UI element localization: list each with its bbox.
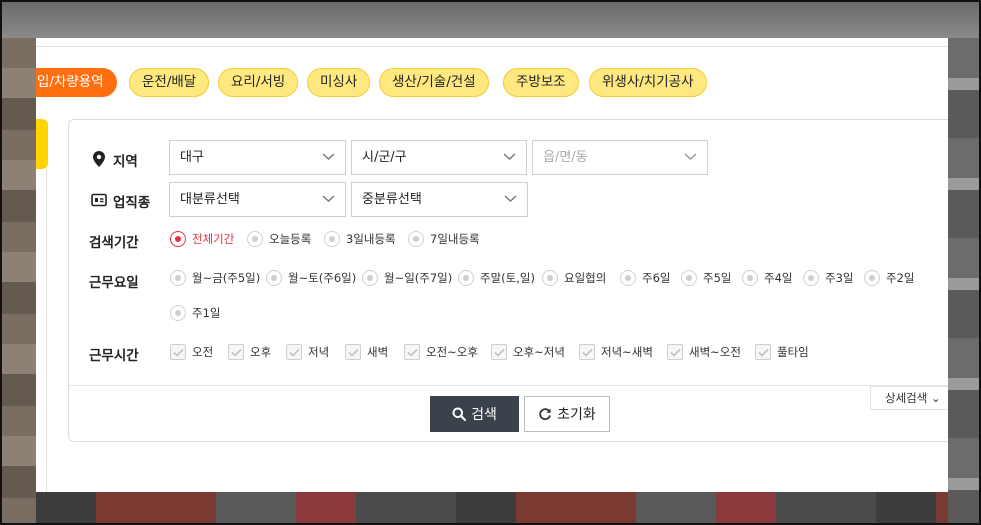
search-button-label: 검색: [471, 407, 497, 423]
window-frame: 입/차량용역 운전/배달 요리/서빙 미싱사 생산/기술/건설 주방보조 위생사…: [0, 0, 981, 525]
chevron-down-icon: [504, 195, 517, 202]
workday-option-label: 주말(토,일): [480, 271, 535, 285]
workday-option-label: 주2일: [886, 271, 915, 285]
checkbox[interactable]: [228, 344, 244, 360]
checkbox[interactable]: [755, 344, 771, 360]
radio-selected[interactable]: [170, 231, 186, 247]
workday-option-label: 월~금(주5일): [192, 271, 261, 285]
region-district-value: 시/군/구: [362, 150, 407, 165]
worktime-option-label: 풀타임: [777, 345, 809, 359]
worktime-option-label: 새벽~오전: [689, 345, 741, 359]
radio-unselected[interactable]: [408, 231, 424, 247]
side-tab[interactable]: [36, 119, 48, 169]
workday-option-label: 주6일: [642, 271, 671, 285]
search-button[interactable]: 검색: [430, 396, 519, 432]
filter-divider: [69, 385, 948, 386]
region-town-value: 읍/면/동: [543, 150, 588, 165]
checkbox[interactable]: [404, 344, 420, 360]
radio-unselected[interactable]: [362, 270, 378, 286]
chip-category-0[interactable]: 입/차량용역: [36, 68, 117, 97]
workday-option-label: 월~토(주6일): [288, 271, 357, 285]
background-map-bottom: [36, 492, 948, 523]
radio-unselected[interactable]: [458, 270, 474, 286]
radio-unselected[interactable]: [170, 305, 186, 321]
chip-category-5[interactable]: 주방보조: [503, 68, 579, 97]
region-district-select[interactable]: 시/군/구: [351, 140, 527, 175]
period-option-label: 전체기간: [192, 232, 235, 246]
chip-category-4[interactable]: 생산/기술/건설: [379, 68, 489, 97]
panel-top-divider: [36, 46, 948, 47]
radio-unselected[interactable]: [864, 270, 880, 286]
radio-unselected[interactable]: [542, 270, 558, 286]
workday-option-label: 월~일(주7일): [384, 271, 453, 285]
checkbox[interactable]: [170, 344, 186, 360]
job-type-label: 업직종: [113, 195, 151, 211]
period-option-label: 3일내등록: [346, 232, 396, 246]
worktime-option-label: 오전~오후: [426, 345, 478, 359]
job-major-value: 대분류선택: [180, 192, 240, 207]
checkbox[interactable]: [579, 344, 595, 360]
worktime-option-label: 오전: [192, 345, 214, 359]
reset-button[interactable]: 초기화: [524, 396, 610, 432]
background-map-left: [2, 38, 36, 523]
radio-unselected[interactable]: [742, 270, 758, 286]
radio-unselected[interactable]: [620, 270, 636, 286]
period-option-label: 오늘등록: [269, 232, 312, 246]
business-card-icon: [91, 193, 107, 207]
worktime-option-label: 저녁~새벽: [601, 345, 653, 359]
worktime-option-label: 오후: [250, 345, 272, 359]
job-minor-value: 중분류선택: [362, 192, 422, 207]
chevron-down-icon: [322, 195, 335, 202]
chip-category-2[interactable]: 요리/서빙: [218, 68, 299, 97]
period-option-label: 7일내등록: [430, 232, 480, 246]
radio-unselected[interactable]: [247, 231, 263, 247]
region-city-select[interactable]: 대구: [169, 140, 346, 175]
search-panel: 입/차량용역 운전/배달 요리/서빙 미싱사 생산/기술/건설 주방보조 위생사…: [36, 38, 948, 492]
detail-search-button[interactable]: 상세검색 ⌄: [870, 386, 948, 410]
workday-option-label: 주3일: [825, 271, 854, 285]
worktime-option-label: 새벽: [367, 345, 389, 359]
job-major-select[interactable]: 대분류선택: [169, 182, 346, 217]
checkbox[interactable]: [491, 344, 507, 360]
radio-unselected[interactable]: [324, 231, 340, 247]
chip-category-3[interactable]: 미싱사: [307, 68, 371, 97]
background-map-right: [948, 38, 979, 523]
region-town-select[interactable]: 읍/면/동: [532, 140, 708, 175]
checkbox[interactable]: [667, 344, 683, 360]
radio-unselected[interactable]: [266, 270, 282, 286]
job-minor-select[interactable]: 중분류선택: [351, 182, 528, 217]
reset-button-label: 초기화: [557, 407, 596, 423]
left-column-border: [46, 169, 47, 492]
checkbox[interactable]: [286, 344, 302, 360]
radio-unselected[interactable]: [803, 270, 819, 286]
workday-option-label: 주4일: [764, 271, 793, 285]
radio-unselected[interactable]: [681, 270, 697, 286]
chevron-down-icon: [503, 153, 516, 160]
workday-option-label: 주5일: [703, 271, 732, 285]
chip-category-1[interactable]: 운전/배달: [129, 68, 210, 97]
chevron-down-icon: [322, 153, 335, 160]
chevron-down-icon: [684, 153, 697, 160]
chip-category-6[interactable]: 위생사/치기공사: [589, 68, 707, 97]
worktime-option-label: 저녁: [308, 345, 330, 359]
period-label: 검색기간: [89, 235, 139, 251]
radio-unselected[interactable]: [170, 270, 186, 286]
workday-option-label: 요일협의: [564, 271, 607, 285]
workday-option-label: 주1일: [192, 306, 221, 320]
worktime-label: 근무시간: [89, 348, 139, 364]
search-icon: [452, 407, 467, 422]
region-city-value: 대구: [180, 150, 204, 165]
worktime-option-label: 오후~저녁: [513, 345, 565, 359]
checkbox[interactable]: [345, 344, 361, 360]
refresh-icon: [539, 408, 552, 421]
category-chips: 입/차량용역 운전/배달 요리/서빙 미싱사 생산/기술/건설 주방보조 위생사…: [36, 68, 948, 98]
location-pin-icon: [93, 151, 105, 167]
filter-box: 지역 대구 시/군/구 읍/면/동 업직종 대분류선택 중분류선택 검색기간 전…: [68, 119, 948, 442]
background-map-top: [2, 2, 979, 38]
workdays-label: 근무요일: [89, 275, 139, 291]
region-label: 지역: [113, 154, 138, 170]
